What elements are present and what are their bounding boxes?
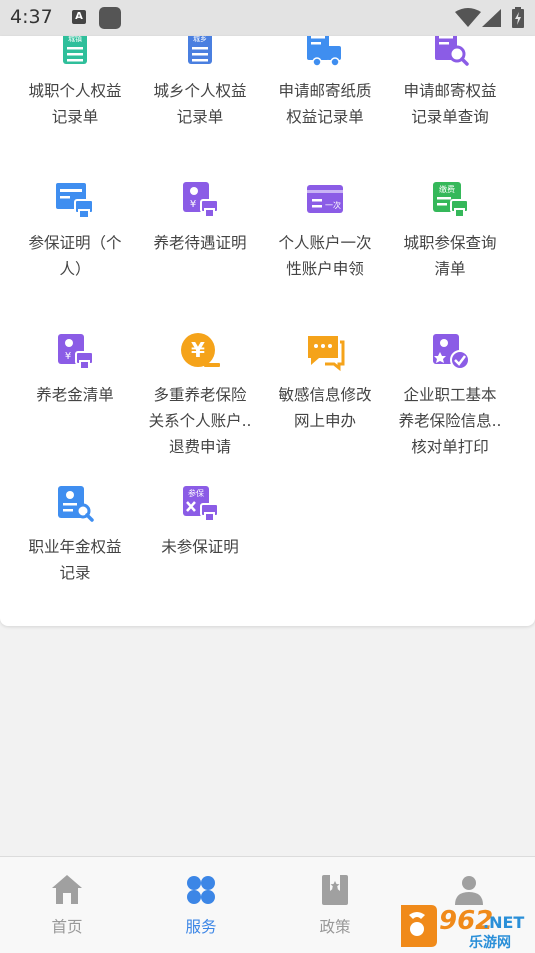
tab-label: 服务 <box>185 918 217 936</box>
svg-text:一次: 一次 <box>325 200 341 210</box>
refund-yen-icon: ¥ <box>181 333 220 367</box>
service-label: 养老金清单 <box>36 386 114 404</box>
notification-a-icon: A <box>72 10 86 24</box>
uninsured-certificate-print-icon: 参保 <box>183 486 219 522</box>
service-label: 多重养老保险 关系个人账户.. 退费申请 <box>148 386 252 456</box>
enterprise-pension-check-icon <box>433 334 470 370</box>
urban-rights-record-icon: 城镇 <box>63 36 87 64</box>
wifi-icon <box>455 8 481 27</box>
service-label: 敏感信息修改 网上申办 <box>278 386 372 430</box>
watermark-logo: 962 .NET 乐游网 <box>401 905 524 951</box>
svg-text:城镇: 城镇 <box>68 36 82 43</box>
service-label: 未参保证明 <box>161 538 239 556</box>
signal-icon <box>482 9 501 27</box>
svg-text:乐游网: 乐游网 <box>469 934 511 951</box>
sensitive-info-chat-icon <box>308 336 345 372</box>
battery-charging-icon <box>512 7 524 28</box>
mail-delivery-truck-icon <box>307 36 341 67</box>
service-mail-record-query[interactable]: 申请邮寄权益 记录单查询 <box>383 36 517 166</box>
svg-text:缴费: 缴费 <box>439 184 455 194</box>
svg-text:城乡: 城乡 <box>193 36 207 43</box>
pension-benefit-print-icon: ¥ <box>183 182 219 218</box>
tab-policy[interactable]: 政策 <box>268 857 402 953</box>
service-urban-insurance-query[interactable]: 缴费 城职参保查询 清单 <box>383 176 517 316</box>
services-card: 城镇 城职个人权益 记录单 城乡 城乡个人权益 记录单 申请邮寄纸质 权益记录单… <box>0 36 535 626</box>
svg-text:¥: ¥ <box>191 338 205 362</box>
mail-record-search-icon <box>435 36 469 66</box>
home-icon <box>52 875 82 904</box>
tab-label: 政策 <box>319 918 351 936</box>
insurance-payment-print-icon: 缴费 <box>433 182 469 218</box>
one-time-account-card-icon: 一次 <box>307 185 343 213</box>
service-label: 城职参保查询 清单 <box>403 234 497 278</box>
notification-square-icon <box>99 7 121 29</box>
service-label: 职业年金权益 记录 <box>28 538 122 582</box>
service-label: 个人账户一次 性账户申领 <box>278 234 372 278</box>
service-pension-list[interactable]: ¥ 养老金清单 <box>8 328 142 478</box>
svg-text:¥: ¥ <box>65 351 71 362</box>
occupational-annuity-search-icon <box>58 486 94 522</box>
service-label: 城乡个人权益 记录单 <box>153 82 247 126</box>
service-insurance-certificate[interactable]: 参保证明（个 人） <box>8 176 142 316</box>
service-label: 养老待遇证明 <box>153 234 247 252</box>
rural-rights-record-icon: 城乡 <box>188 36 212 64</box>
svg-text:.NET: .NET <box>483 913 524 932</box>
policy-bookmark-icon <box>322 875 348 905</box>
service-label: 城职个人权益 记录单 <box>28 82 122 126</box>
service-one-time-account[interactable]: 一次 个人账户一次 性账户申领 <box>258 176 392 316</box>
service-multiple-pension-refund[interactable]: ¥ 多重养老保险 关系个人账户.. 退费申请 <box>133 328 267 478</box>
service-occupational-annuity[interactable]: 职业年金权益 记录 <box>8 480 142 620</box>
service-label: 参保证明（个 人） <box>28 234 122 278</box>
tab-services[interactable]: 服务 <box>134 857 268 953</box>
insurance-certificate-print-icon <box>56 183 94 219</box>
service-label: 企业职工基本 养老保险信息.. 核对单打印 <box>398 386 502 456</box>
tab-home[interactable]: 首页 <box>0 857 134 953</box>
service-enterprise-pension-check[interactable]: 企业职工基本 养老保险信息.. 核对单打印 <box>383 328 517 478</box>
tab-label: 首页 <box>51 918 83 936</box>
service-pension-benefit-certificate[interactable]: ¥ 养老待遇证明 <box>133 176 267 316</box>
svg-text:参保: 参保 <box>188 488 204 498</box>
status-bar: 4:37 A <box>0 0 535 36</box>
service-label: 申请邮寄权益 记录单查询 <box>403 82 497 126</box>
pension-list-print-icon: ¥ <box>58 334 94 370</box>
service-sensitive-info-change[interactable]: 敏感信息修改 网上申办 <box>258 328 392 478</box>
service-urban-rights-record[interactable]: 城镇 城职个人权益 记录单 <box>8 36 142 166</box>
services-grid-icon <box>187 876 215 904</box>
svg-text:¥: ¥ <box>190 199 196 210</box>
service-mail-paper-record[interactable]: 申请邮寄纸质 权益记录单 <box>258 36 392 166</box>
status-time: 4:37 <box>10 6 53 28</box>
service-rural-rights-record[interactable]: 城乡 城乡个人权益 记录单 <box>133 36 267 166</box>
service-uninsured-certificate[interactable]: 参保 未参保证明 <box>133 480 267 620</box>
service-label: 申请邮寄纸质 权益记录单 <box>278 82 372 126</box>
